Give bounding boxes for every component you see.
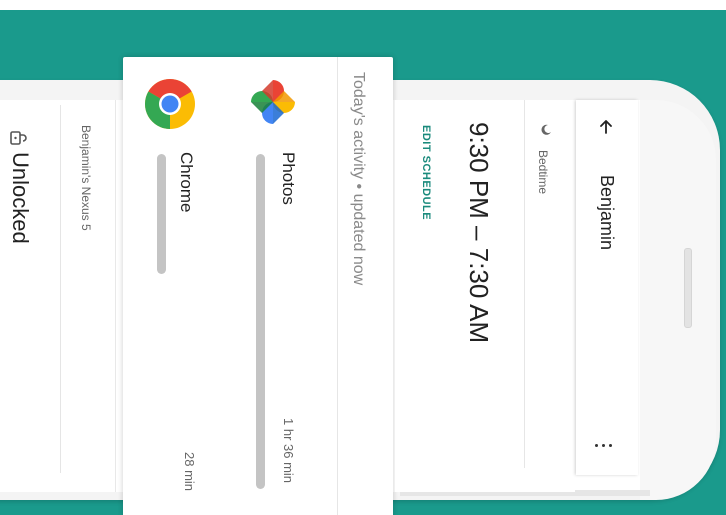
more-vert-icon[interactable]	[595, 440, 613, 450]
usage-bar-chrome	[157, 154, 166, 274]
google-photos-icon	[251, 80, 295, 124]
top-strip	[0, 0, 726, 10]
bedtime-label: Bedtime	[536, 150, 550, 195]
app-bar	[576, 100, 638, 475]
app-name-photos: Photos	[279, 152, 298, 205]
lock-status: Unlocked	[8, 152, 33, 244]
device-name: Benjamin's Nexus 5	[79, 125, 93, 231]
lock-open-icon	[10, 131, 27, 145]
chrome-icon	[145, 79, 195, 129]
phone-chin	[640, 100, 716, 500]
usage-time-photos: 1 hr 36 min	[281, 418, 296, 484]
bedtime-range: 9:30 PM – 7:30 AM	[464, 122, 494, 344]
app-name-chrome: Chrome	[177, 152, 196, 213]
activity-header-divider	[337, 57, 338, 515]
moon-icon	[541, 124, 551, 135]
edit-schedule-button[interactable]: EDIT SCHEDULE	[420, 125, 432, 220]
activity-header: Today's activity • updated now	[350, 72, 367, 286]
usage-bar-photos	[256, 154, 265, 489]
device-card-divider	[60, 105, 61, 473]
page-title: Benjamin	[597, 175, 617, 251]
promo-stage: Benjamin's Nexus 5 Unlocked Today's acti…	[0, 0, 726, 515]
arrow-back-icon[interactable]	[597, 118, 615, 136]
bedtime-divider	[524, 100, 525, 468]
phone-home-button	[684, 248, 692, 328]
usage-time-chrome: 28 min	[182, 452, 197, 492]
